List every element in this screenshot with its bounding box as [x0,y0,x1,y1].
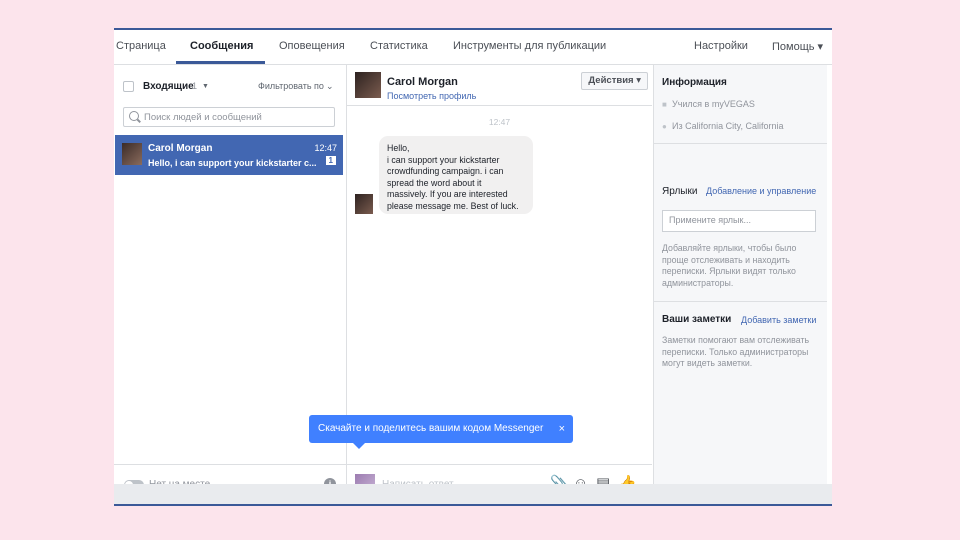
actions-button[interactable]: Действия ▾ [581,72,648,90]
tab-page[interactable]: Страница [116,40,166,52]
view-profile-link[interactable]: Посмотреть профиль [387,91,476,101]
select-all-checkbox[interactable] [123,81,134,92]
tab-messages[interactable]: Сообщения [190,40,253,52]
add-notes-link[interactable]: Добавить заметки [741,315,816,325]
conversation-snippet: Hello, i can support your kickstarter c.… [148,158,317,168]
message-line: Hello, [387,143,410,153]
info-panel: Информация ■ Учился в myVEGAS ● Из Califor… [653,65,827,504]
help-line: могут видеть заметки. [662,358,753,368]
search-placeholder: Поиск людей и сообщений [144,112,262,123]
avatar [355,194,373,214]
message-line: spread the word about it [387,177,482,188]
message-line: massively. If you are interested [387,189,508,199]
filter-dropdown[interactable]: Фильтровать по [258,81,324,91]
chevron-down-icon[interactable]: ⌄ [326,81,334,92]
divider [654,301,827,302]
tab-notifications[interactable]: Оповещения [279,40,345,52]
thread-header: Carol Morgan Посмотреть профиль Действия… [347,65,652,106]
message-timestamp: 12:47 [488,117,511,127]
active-tab-indicator [176,61,265,64]
study-info: ■ Учился в myVEGAS [662,99,755,109]
divider [654,143,827,144]
labels-help: Добавляйте ярлыки, чтобы было проще отсл… [662,243,822,289]
location-text: Из California City, California [672,121,784,131]
notes-help: Заметки помогают вам отслеживать перепис… [662,335,822,370]
settings-link[interactable]: Настройки [694,40,748,52]
conversation-time: 12:47 [314,143,337,153]
tab-statistics[interactable]: Статистика [370,40,428,52]
avatar[interactable] [355,72,381,98]
conversation-item[interactable]: Carol Morgan 12:47 Hello, i can support … [115,135,343,175]
search-icon [129,111,139,121]
help-line: проще отслеживать и находить [662,254,790,265]
thread-contact-name[interactable]: Carol Morgan [387,76,458,88]
message-bubble: Hello, i can support your kickstarter cr… [379,136,533,214]
message-line: i can support your kickstarter [387,154,500,165]
conversation-name: Carol Morgan [148,143,213,154]
tab-publishing-tools[interactable]: Инструменты для публикации [453,40,606,52]
help-line: Заметки помогают вам отслеживать [662,335,810,345]
tooltip-text: Скачайте и поделитесь вашим кодом Messen… [318,423,544,434]
help-line: переписки. Ярлыки видят только [662,266,796,276]
help-line: переписки. Только администраторы [662,346,809,357]
label-input[interactable]: Примените ярлык... [662,210,816,232]
labels-title: Ярлыки [662,186,698,197]
study-text: Учился в myVEGAS [672,99,755,109]
notes-title: Ваши заметки [662,314,732,325]
location-icon: ● [662,122,667,131]
inbox-count: 1 [192,81,198,91]
info-title: Информация [662,77,727,88]
chevron-down-icon[interactable]: ▼ [202,83,209,90]
message-line: please message me. Best of luck. [387,200,519,211]
inbox-header: Входящие 1 ▼ Фильтровать по ⌄ [114,65,346,101]
location-info: ● Из California City, California [662,121,783,131]
message-line: crowdfunding campaign. i can [387,166,504,176]
help-menu[interactable]: Помощь ▾ [772,40,823,53]
avatar [122,143,142,165]
search-input[interactable]: Поиск людей и сообщений [123,107,335,127]
help-line: Добавляйте ярлыки, чтобы было [662,243,797,253]
school-icon: ■ [662,100,667,109]
help-line: администраторы. [662,277,734,288]
messenger-code-tooltip[interactable]: Скачайте и поделитесь вашим кодом Messen… [309,415,573,449]
close-icon[interactable]: × [559,415,565,443]
bottom-bar [114,484,832,504]
inbox-dropdown[interactable]: Входящие [143,81,194,92]
top-nav: Страница Сообщения Оповещения Статистика… [114,30,832,65]
unread-badge: 1 [325,156,336,165]
manage-labels-link[interactable]: Добавление и управление [706,186,816,196]
